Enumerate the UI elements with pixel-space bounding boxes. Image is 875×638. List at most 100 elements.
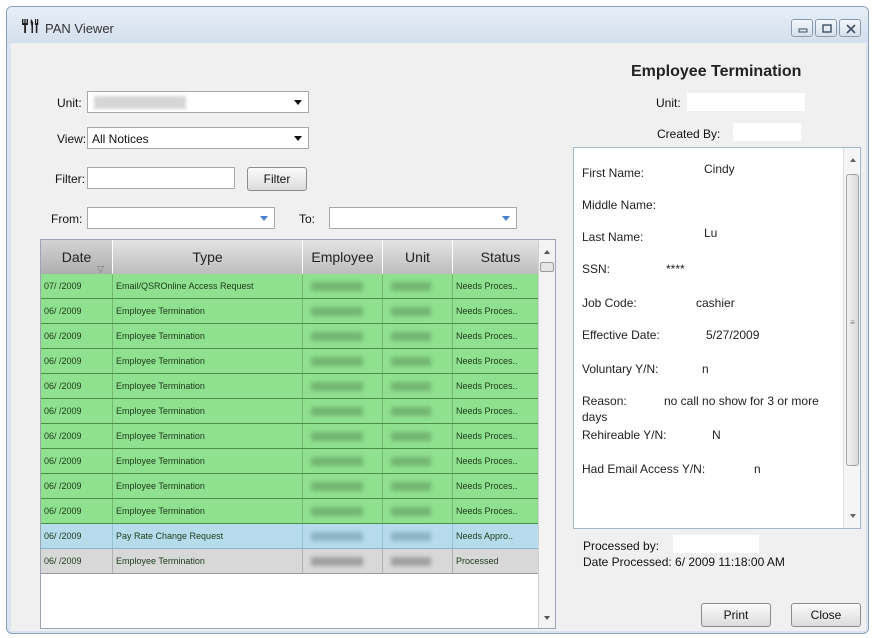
table-row[interactable]: 06/ /2009 Pay Rate Change Request Needs Ap… [41, 524, 549, 549]
column-header-status[interactable]: Status [453, 240, 549, 274]
from-label: From: [51, 212, 83, 226]
column-header-type[interactable]: Type [113, 240, 303, 274]
table-row[interactable]: 06/ /2009 Employee Termination Needs Proce… [41, 374, 549, 399]
redacted-blur [391, 357, 431, 366]
table-row[interactable]: 06/ /2009 Employee Termination Needs Proce… [41, 449, 549, 474]
scroll-up-icon [850, 158, 856, 162]
detail-scrollbar[interactable]: ≡ [843, 148, 860, 528]
cell-date: 06/ /2009 [41, 324, 113, 348]
cell-employee [303, 524, 383, 548]
cell-status: Processed [453, 549, 549, 573]
table-row[interactable]: 06/ /2009 Employee Termination Needs Proce… [41, 349, 549, 374]
detail-field-label: Reason: [582, 394, 627, 408]
table-row[interactable]: 06/ /2009 Employee Termination Needs Proce… [41, 324, 549, 349]
cell-unit [383, 499, 453, 523]
cell-status: Needs Proces.. [453, 499, 549, 523]
cell-status: Needs Proces.. [453, 374, 549, 398]
table-row[interactable]: 06/ /2009 Employee Termination Needs Proce… [41, 424, 549, 449]
cell-unit [383, 324, 453, 348]
detail-field-value: N [712, 428, 721, 442]
cell-type: Employee Termination [113, 449, 303, 473]
detail-field-label: Rehireable Y/N: [582, 428, 667, 442]
filter-input[interactable] [87, 167, 235, 189]
created-by-value [733, 123, 801, 141]
column-header-employee[interactable]: Employee [303, 240, 383, 274]
cell-unit [383, 374, 453, 398]
table-row[interactable]: 06/ /2009 Employee Termination Needs Proce… [41, 399, 549, 424]
detail-field-value: no call no show for 3 or more [664, 394, 819, 408]
cell-employee [303, 424, 383, 448]
cell-status: Needs Proces.. [453, 449, 549, 473]
title-bar: PAN Viewer [7, 7, 868, 43]
table-row[interactable]: 06/ /2009 Employee Termination Needs Proce… [41, 474, 549, 499]
cell-status: Needs Appro.. [453, 524, 549, 548]
column-header-date[interactable]: Date ▽ [41, 240, 113, 274]
cell-status: Needs Proces.. [453, 324, 549, 348]
cell-date: 06/ /2009 [41, 399, 113, 423]
redacted-blur [391, 557, 431, 566]
client-area: Unit: View: All Notices Filter: Filter F… [11, 43, 866, 631]
cell-status: Needs Proces.. [453, 349, 549, 373]
cell-status: Needs Proces.. [453, 424, 549, 448]
detail-field-label: Middle Name: [582, 198, 657, 212]
table-row[interactable]: 06/ /2009 Employee Termination Needs Proce… [41, 499, 549, 524]
redacted-blur [391, 407, 431, 416]
cell-unit [383, 349, 453, 373]
grid-header: Date ▽ Type Employee Unit Status [41, 240, 555, 274]
cell-unit [383, 424, 453, 448]
table-row[interactable]: 07/ /2009 Email/QSROnline Access Request N… [41, 274, 549, 299]
calendar-dropdown-icon [260, 216, 268, 221]
cell-unit [383, 524, 453, 548]
redacted-blur [311, 282, 363, 291]
cell-type: Employee Termination [113, 474, 303, 498]
detail-field-value: 5/27/2009 [706, 328, 760, 342]
detail-field-label: Effective Date: [582, 328, 660, 342]
minimize-button[interactable] [791, 19, 813, 37]
detail-field-value: **** [666, 262, 685, 276]
cell-type: Employee Termination [113, 499, 303, 523]
print-button[interactable]: Print [701, 603, 771, 627]
redacted-blur [311, 457, 363, 466]
redacted-blur [311, 407, 363, 416]
scroll-thumb[interactable] [540, 262, 554, 272]
redacted-blur [311, 382, 363, 391]
column-header-unit[interactable]: Unit [383, 240, 453, 274]
cell-unit [383, 549, 453, 573]
maximize-button[interactable] [815, 19, 837, 37]
from-date-picker[interactable] [87, 207, 275, 229]
cell-type: Employee Termination [113, 424, 303, 448]
redacted-blur [391, 457, 431, 466]
processed-by-value [673, 535, 759, 553]
view-select[interactable]: All Notices [87, 127, 309, 149]
pan-viewer-window: PAN Viewer Unit: View: All Notices Filte… [6, 6, 869, 634]
calendar-dropdown-icon [502, 216, 510, 221]
cell-employee [303, 449, 383, 473]
filter-button[interactable]: Filter [247, 167, 307, 191]
maximize-icon [822, 24, 832, 33]
table-row[interactable]: 06/ /2009 Employee Termination Needs Proce… [41, 299, 549, 324]
table-row[interactable]: 06/ /2009 Employee Termination Processed [41, 549, 549, 574]
minimize-icon [798, 28, 808, 33]
view-label: View: [57, 132, 87, 146]
grid-scrollbar[interactable] [538, 240, 555, 628]
cell-date: 06/ /2009 [41, 299, 113, 323]
created-by-label: Created By: [657, 127, 721, 141]
cell-type: Email/QSROnline Access Request [113, 274, 303, 298]
redacted-blur [391, 282, 431, 291]
unit-label: Unit: [57, 96, 82, 110]
cell-type: Employee Termination [113, 549, 303, 573]
to-date-picker[interactable] [329, 207, 517, 229]
window-close-button[interactable] [839, 19, 861, 37]
detail-field-value: Cindy [704, 162, 735, 176]
cell-employee [303, 324, 383, 348]
detail-field-value: n [702, 362, 709, 376]
unit-select[interactable] [87, 91, 309, 113]
detail-panel: First Name: Cindy Middle Name: Last Name: Lu… [573, 147, 861, 529]
close-button[interactable]: Close [791, 603, 861, 627]
cell-date: 06/ /2009 [41, 374, 113, 398]
cell-employee [303, 274, 383, 298]
detail-field-value: Lu [704, 226, 718, 240]
scroll-down-icon [544, 616, 550, 620]
cell-date: 06/ /2009 [41, 549, 113, 573]
detail-field-label: Voluntary Y/N: [582, 362, 659, 376]
